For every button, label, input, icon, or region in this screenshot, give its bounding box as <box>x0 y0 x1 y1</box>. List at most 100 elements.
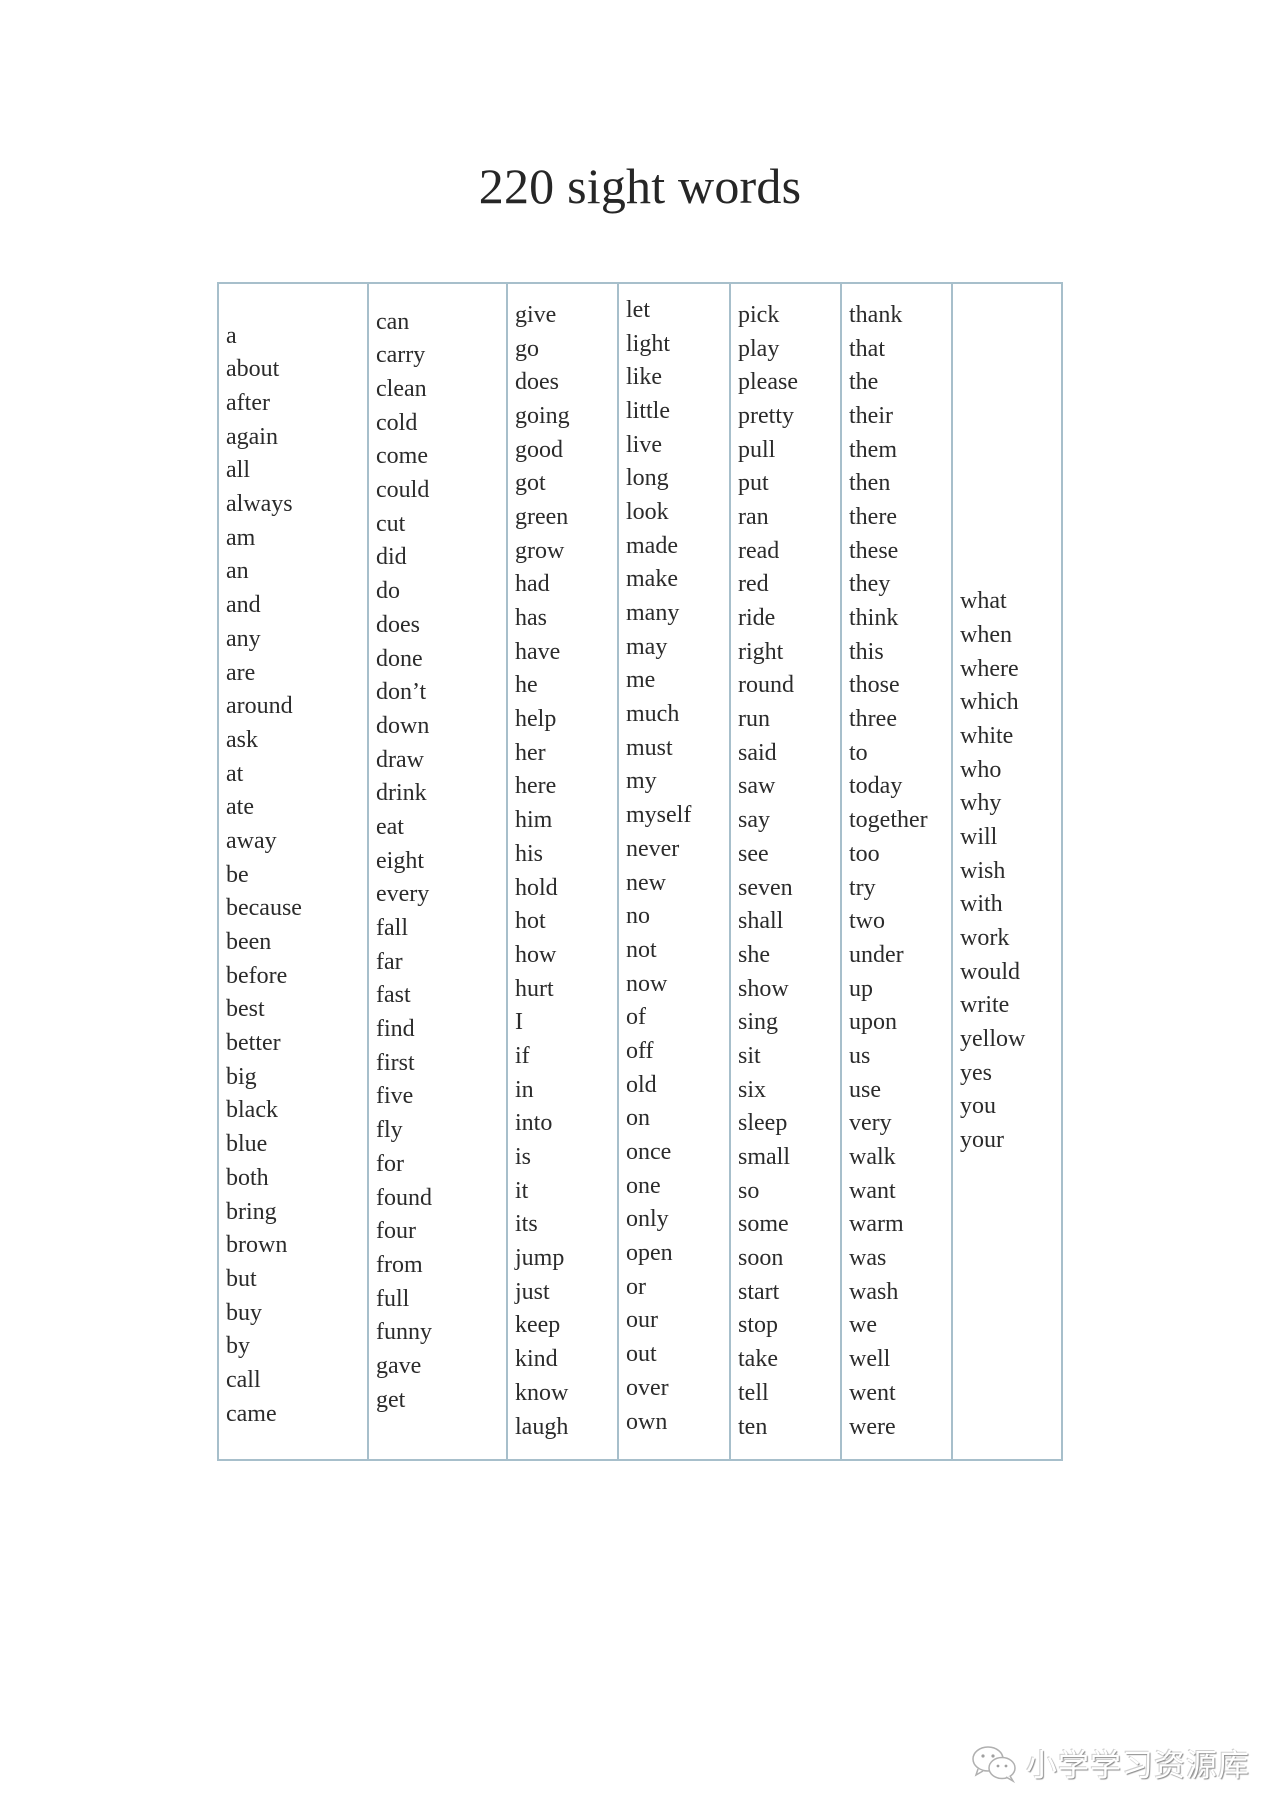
sight-word: see <box>738 840 769 867</box>
sight-word: three <box>849 706 897 733</box>
sight-word: five <box>376 1083 414 1110</box>
word-column-5: pick play please pretty pull put ran read red rid… <box>731 284 842 1459</box>
sight-word: blue <box>226 1131 268 1158</box>
sight-word: live <box>626 431 662 458</box>
sight-word: let <box>626 296 650 323</box>
sight-word: into <box>515 1110 553 1137</box>
sight-word: right <box>738 638 784 665</box>
sight-word: well <box>849 1346 891 1373</box>
sight-word: that <box>849 335 885 362</box>
sight-word: shall <box>738 908 784 935</box>
sight-word: after <box>226 390 270 417</box>
sight-word: fly <box>376 1117 403 1144</box>
sight-word: just <box>515 1278 550 1305</box>
word-column-1: a about after again all always am an and any are ar… <box>219 284 369 1459</box>
sight-word: clean <box>376 376 427 403</box>
sight-word: him <box>515 807 553 834</box>
sight-word: cold <box>376 409 418 436</box>
sight-word: there <box>849 503 897 530</box>
sight-word: cut <box>376 510 406 537</box>
word-column-4: let light like little live long look made make ma… <box>619 284 731 1459</box>
sight-word: like <box>626 364 662 391</box>
sight-word: done <box>376 645 423 672</box>
sight-word: those <box>849 672 900 699</box>
sight-word: work <box>960 925 1010 952</box>
sight-word: wish <box>960 857 1006 884</box>
sight-word: all <box>226 457 250 484</box>
sight-word: must <box>626 734 673 761</box>
page-title: 220 sight words <box>478 158 802 214</box>
sight-word: use <box>849 1076 881 1103</box>
sight-word: play <box>738 335 780 362</box>
sight-word: keep <box>515 1312 561 1339</box>
sight-word: big <box>226 1063 257 1090</box>
sight-word: if <box>515 1042 530 1069</box>
sight-word: pull <box>738 436 776 463</box>
sight-word: out <box>626 1341 657 1368</box>
sight-word: how <box>515 941 557 968</box>
sight-word: again <box>226 423 278 450</box>
sight-word: went <box>849 1379 896 1406</box>
word-column-7: what when where which white who why will wish wit… <box>953 284 1061 1459</box>
sight-word: think <box>849 605 899 631</box>
sight-word: of <box>626 1004 646 1031</box>
sight-word: does <box>376 611 420 638</box>
sight-word: round <box>738 672 794 699</box>
sight-word: ate <box>226 794 254 821</box>
sight-word: their <box>849 402 893 429</box>
sight-word: seven <box>738 874 793 901</box>
sight-word: our <box>626 1307 658 1334</box>
sight-word: very <box>849 1110 892 1137</box>
sight-word: laugh <box>515 1413 569 1440</box>
sight-word: be <box>226 861 249 888</box>
sight-word: we <box>849 1312 877 1339</box>
sight-word: new <box>626 869 666 896</box>
sight-word: good <box>515 436 563 463</box>
sight-word: who <box>960 756 1002 783</box>
sight-word: hot <box>515 908 546 935</box>
sight-word: six <box>738 1076 767 1103</box>
sight-word: drink <box>376 780 427 807</box>
sight-word: always <box>226 491 293 518</box>
sight-word: about <box>226 356 280 383</box>
sight-word: had <box>515 571 550 598</box>
sight-word: walk <box>849 1144 896 1170</box>
sight-word: two <box>849 908 885 935</box>
sight-word: found <box>376 1184 432 1211</box>
sight-word: help <box>515 706 557 733</box>
sight-word: gave <box>376 1352 422 1379</box>
sight-word: kind <box>515 1346 558 1373</box>
sight-word: small <box>738 1144 790 1170</box>
sight-word: does <box>515 369 559 396</box>
sight-word: jump <box>515 1245 565 1272</box>
sight-word: ran <box>738 503 769 530</box>
sight-word: may <box>626 633 668 660</box>
sight-word: what <box>960 588 1007 615</box>
sight-word: own <box>626 1408 668 1435</box>
sight-word: some <box>738 1211 789 1238</box>
sight-word: myself <box>626 802 692 829</box>
sight-word: don’t <box>376 679 427 706</box>
sight-word: she <box>738 941 770 968</box>
sight-word: now <box>626 970 668 997</box>
sight-word: an <box>226 558 249 585</box>
sight-word: carry <box>376 342 426 369</box>
sight-word: little <box>626 397 670 424</box>
sight-word: been <box>226 929 272 956</box>
sight-word: off <box>626 1037 654 1064</box>
sight-word: one <box>626 1172 661 1199</box>
sight-word: give <box>515 301 557 328</box>
sight-word: many <box>626 600 680 626</box>
sight-word: thank <box>849 301 903 328</box>
sight-word: why <box>960 790 1002 817</box>
sight-word: not <box>626 936 657 963</box>
sight-word: for <box>376 1150 404 1177</box>
sight-word: full <box>376 1285 410 1312</box>
sight-word: get <box>376 1386 406 1413</box>
sight-word: were <box>849 1413 896 1440</box>
sight-word: from <box>376 1251 423 1278</box>
sight-word: pretty <box>738 402 794 429</box>
sight-word: upon <box>849 1009 897 1036</box>
sight-word: light <box>626 330 671 357</box>
sight-word: am <box>226 524 256 551</box>
